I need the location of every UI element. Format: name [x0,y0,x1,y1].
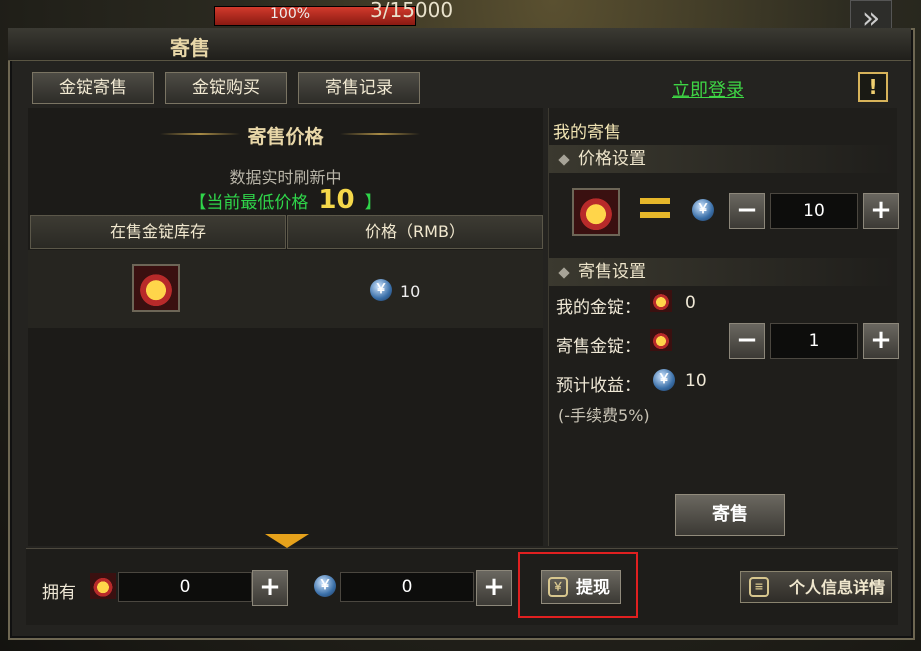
gold-bag-icon [90,573,116,599]
row-price: 10 [400,282,421,301]
price-settings-label: 价格设置 [578,149,646,169]
my-gold-value: 0 [685,293,696,313]
price-section-title: 寄售价格 [247,126,324,148]
table-row[interactable] [28,250,543,328]
header-price: 价格（RMB） [287,215,543,249]
rmb-coin-icon: ￥ [692,199,714,221]
header-stock: 在售金锭库存 [30,215,286,249]
rmb-coin-icon: ￥ [653,369,675,391]
gold-bag-icon [650,290,672,312]
sale-settings-header: 寄售设置 [548,258,896,286]
sale-settings-label: 寄售设置 [578,262,646,282]
window-title: 寄售 [170,36,210,60]
rmb-coin-icon: ￥ [314,575,336,597]
quantity-input[interactable]: 1 [770,323,858,359]
alert-icon[interactable]: ! [858,72,888,102]
highlight-box [518,552,638,618]
personal-info-label: 个人信息详情 [788,578,885,597]
consign-button[interactable]: 寄售 [675,494,785,536]
fee-note: (-手续费5%) [558,406,650,425]
login-link[interactable]: 立即登录 [672,76,744,102]
tab-gold-buy[interactable]: 金锭购买 [165,72,287,104]
rmb-coin-icon: ￥ [370,279,392,301]
quantity-plus-button[interactable]: + [863,323,899,359]
owned-gold-amount: 0 [118,572,252,602]
sale-gold-label: 寄售金锭： [556,337,641,357]
diamond-icon [558,154,570,166]
hp-text: 3/15000 [370,0,454,22]
gold-add-button[interactable]: + [252,570,288,606]
my-gold-label: 我的金锭： [556,298,641,318]
personal-info-button[interactable]: ≡ 个人信息详情 [740,571,892,603]
gold-bag-icon [650,329,672,351]
expected-income-label: 预计收益： [556,376,641,396]
lowest-price: 【当前最低价格 10 】 [28,185,543,215]
lowest-price-value: 10 [318,185,355,215]
price-minus-button[interactable]: − [729,193,765,229]
tab-consign-records[interactable]: 寄售记录 [298,72,420,104]
rmb-add-button[interactable]: + [476,570,512,606]
my-consign-title: 我的寄售 [553,123,621,143]
price-input[interactable]: 10 [770,193,858,229]
tab-gold-consign[interactable]: 金锭寄售 [32,72,154,104]
own-label: 拥有 [42,583,76,603]
gold-bag-icon [132,264,180,312]
lowest-price-suffix: 】 [364,193,382,213]
equals-icon [640,198,670,218]
lowest-price-prefix: 【当前最低价格 [189,193,309,213]
hp-percent: 100% [270,6,311,22]
expected-income-value: 10 [685,371,707,391]
price-plus-button[interactable]: + [863,193,899,229]
quantity-minus-button[interactable]: − [729,323,765,359]
diamond-icon [558,267,570,279]
owned-rmb-amount: 0 [340,572,474,602]
gold-bag-icon [572,188,620,236]
price-settings-header: 价格设置 [548,145,896,173]
scroll-down-arrow-icon[interactable] [265,534,309,548]
profile-card-icon: ≡ [749,577,769,597]
